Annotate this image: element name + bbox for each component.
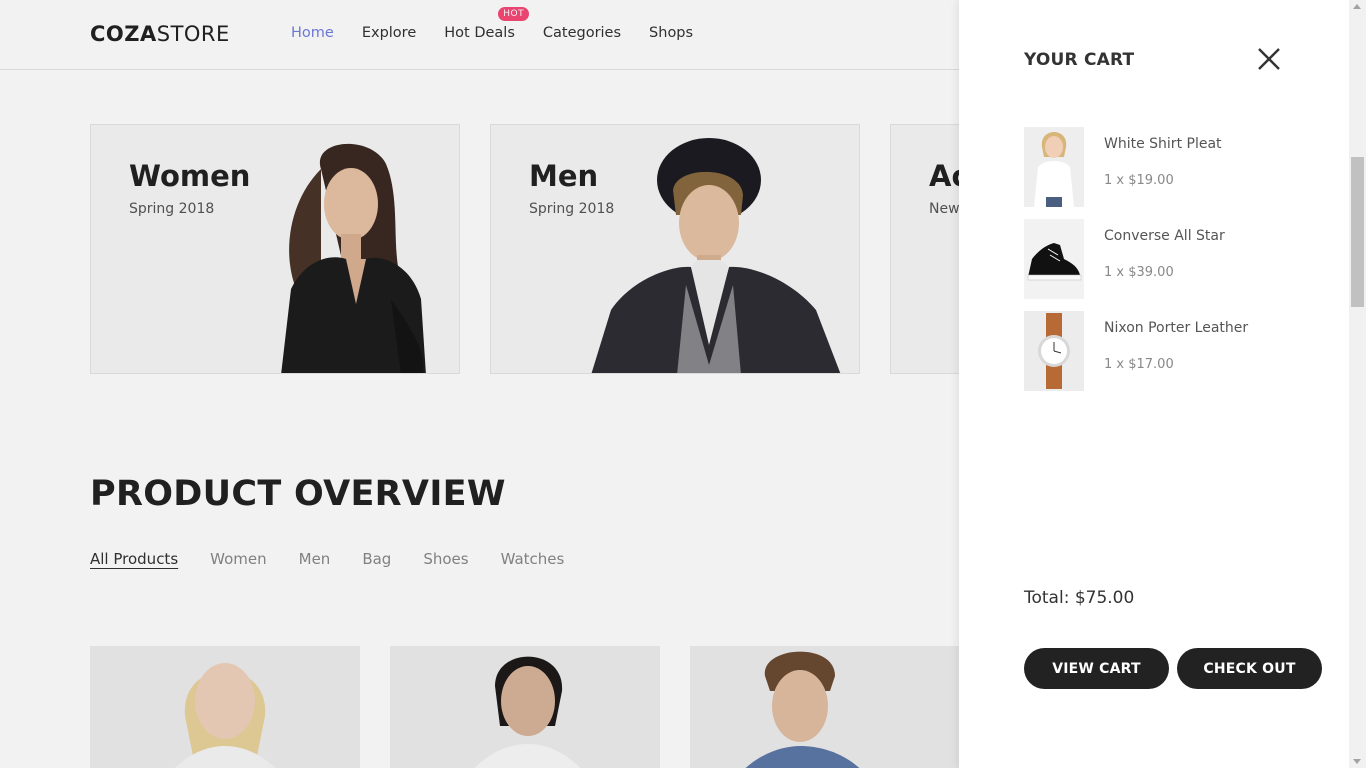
cart-total: Total: $75.00 [1024, 588, 1135, 608]
cart-item[interactable]: Converse All Star 1 x $39.00 [1024, 219, 1324, 299]
cart-item-name[interactable]: White Shirt Pleat [1104, 136, 1222, 152]
cart-item-thumbnail [1024, 219, 1084, 299]
converse-shoe-image [1024, 219, 1084, 299]
cart-item-name[interactable]: Nixon Porter Leather [1104, 320, 1248, 336]
cart-title: YOUR CART [1024, 50, 1135, 70]
close-icon[interactable] [1254, 44, 1284, 74]
cart-item-price: 1 x $19.00 [1104, 173, 1174, 188]
cart-item-price: 1 x $17.00 [1104, 357, 1174, 372]
white-shirt-image [1024, 127, 1084, 207]
view-cart-button[interactable]: VIEW CART [1024, 648, 1169, 689]
page-scrollbar[interactable] [1349, 0, 1366, 768]
cart-item-name[interactable]: Converse All Star [1104, 228, 1225, 244]
scroll-down-arrow-icon[interactable] [1353, 759, 1361, 764]
cart-item[interactable]: Nixon Porter Leather 1 x $17.00 [1024, 311, 1324, 391]
check-out-button[interactable]: CHECK OUT [1177, 648, 1322, 689]
scrollbar-thumb[interactable] [1351, 157, 1364, 307]
cart-item[interactable]: White Shirt Pleat 1 x $19.00 [1024, 127, 1324, 207]
cart-item-price: 1 x $39.00 [1104, 265, 1174, 280]
scroll-up-arrow-icon[interactable] [1353, 4, 1361, 9]
cart-item-thumbnail [1024, 311, 1084, 391]
leather-watch-image [1024, 311, 1084, 391]
cart-item-thumbnail [1024, 127, 1084, 207]
cart-panel: YOUR CART White Shirt Pleat 1 x $19.00 C… [959, 0, 1349, 768]
